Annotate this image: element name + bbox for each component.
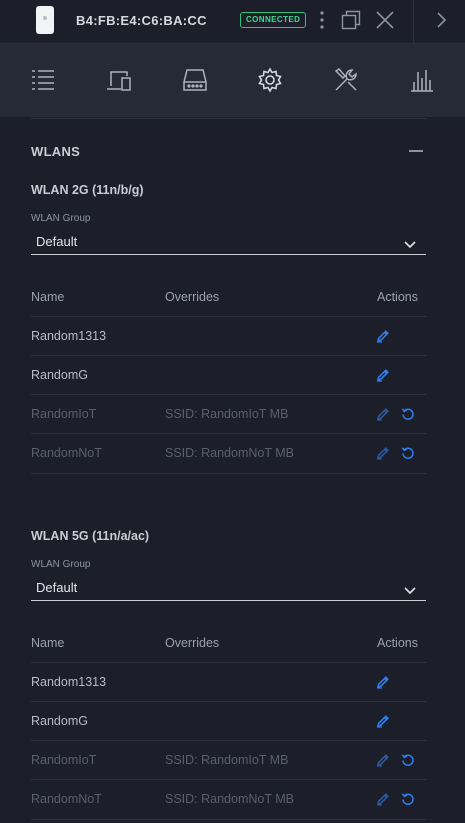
devices-icon[interactable]: [105, 66, 133, 94]
edit-pencil-icon[interactable]: [376, 407, 390, 426]
chevron-right-icon[interactable]: [434, 9, 448, 36]
device-mac-address: B4:FB:E4:C6:BA:CC: [76, 13, 207, 28]
wlan-name: RandomG: [31, 368, 88, 382]
device-thumbnail: [36, 6, 54, 34]
stats-icon[interactable]: [408, 66, 436, 94]
section-divider: [31, 118, 426, 119]
edit-pencil-icon[interactable]: [376, 792, 390, 811]
reset-override-icon[interactable]: [401, 446, 415, 465]
wlan-name: Random1313: [31, 675, 107, 689]
reset-override-icon[interactable]: [401, 792, 415, 811]
edit-pencil-icon[interactable]: [376, 329, 390, 348]
property-tabs: [0, 44, 465, 117]
wlan-name: RandomNoT: [31, 792, 102, 806]
wlan-name: RandomIoT: [31, 753, 97, 767]
wlan-group-value: Default: [36, 234, 78, 249]
close-icon[interactable]: [374, 9, 396, 36]
wlan-name: RandomG: [31, 714, 88, 728]
column-actions: Actions: [377, 636, 418, 650]
edit-pencil-icon[interactable]: [376, 753, 390, 772]
header-divider: [413, 0, 414, 43]
column-overrides: Overrides: [165, 636, 220, 650]
edit-pencil-icon[interactable]: [376, 368, 390, 387]
wlan-group-select-2g[interactable]: Default: [31, 230, 426, 255]
collapse-icon[interactable]: [409, 150, 423, 152]
status-badge: CONNECTED: [240, 12, 307, 28]
reset-override-icon[interactable]: [401, 407, 415, 426]
storage-icon[interactable]: [181, 66, 209, 94]
column-overrides: Overrides: [165, 290, 220, 304]
wlan-overrides: SSID: RandomNoT MB: [165, 792, 294, 806]
edit-pencil-icon[interactable]: [376, 714, 390, 733]
device-header: B4:FB:E4:C6:BA:CC CONNECTED: [0, 0, 465, 44]
wlan-group-label: WLAN Group: [31, 213, 91, 224]
wlan-overrides: SSID: RandomNoT MB: [165, 446, 294, 460]
column-name: Name: [31, 636, 65, 650]
table-row: RandomIoT SSID: RandomIoT MB: [31, 740, 426, 780]
wlan-overrides: SSID: RandomIoT MB: [165, 407, 289, 421]
table-row: RandomNoT SSID: RandomNoT MB: [31, 433, 426, 474]
column-actions: Actions: [377, 290, 418, 304]
wlan-overrides: SSID: RandomIoT MB: [165, 753, 289, 767]
edit-pencil-icon[interactable]: [376, 675, 390, 694]
restore-window-icon[interactable]: [340, 9, 362, 36]
gear-icon[interactable]: [256, 66, 284, 94]
wlan-name: RandomIoT: [31, 407, 97, 421]
section-title: WLANS: [31, 144, 81, 159]
tools-icon[interactable]: [332, 66, 360, 94]
table-row: RandomG: [31, 355, 426, 395]
more-options-icon[interactable]: [318, 9, 326, 36]
table-row: Random1313: [31, 316, 426, 356]
wlan-name: RandomNoT: [31, 446, 102, 460]
wlan-name: Random1313: [31, 329, 107, 343]
reset-override-icon[interactable]: [401, 753, 415, 772]
band-title-2g: WLAN 2G (11n/b/g): [31, 183, 144, 197]
wlan-group-label: WLAN Group: [31, 559, 91, 570]
edit-pencil-icon[interactable]: [376, 446, 390, 465]
chevron-down-icon: [404, 582, 416, 600]
table-row: RandomIoT SSID: RandomIoT MB: [31, 394, 426, 434]
chevron-down-icon: [404, 236, 416, 254]
band-title-5g: WLAN 5G (11n/a/ac): [31, 529, 150, 543]
wlan-group-value: Default: [36, 580, 78, 595]
table-row: Random1313: [31, 662, 426, 702]
wlan-group-select-5g[interactable]: Default: [31, 576, 426, 601]
list-icon[interactable]: [29, 66, 57, 94]
table-row: RandomG: [31, 701, 426, 741]
column-name: Name: [31, 290, 65, 304]
table-row: RandomNoT SSID: RandomNoT MB: [31, 779, 426, 820]
